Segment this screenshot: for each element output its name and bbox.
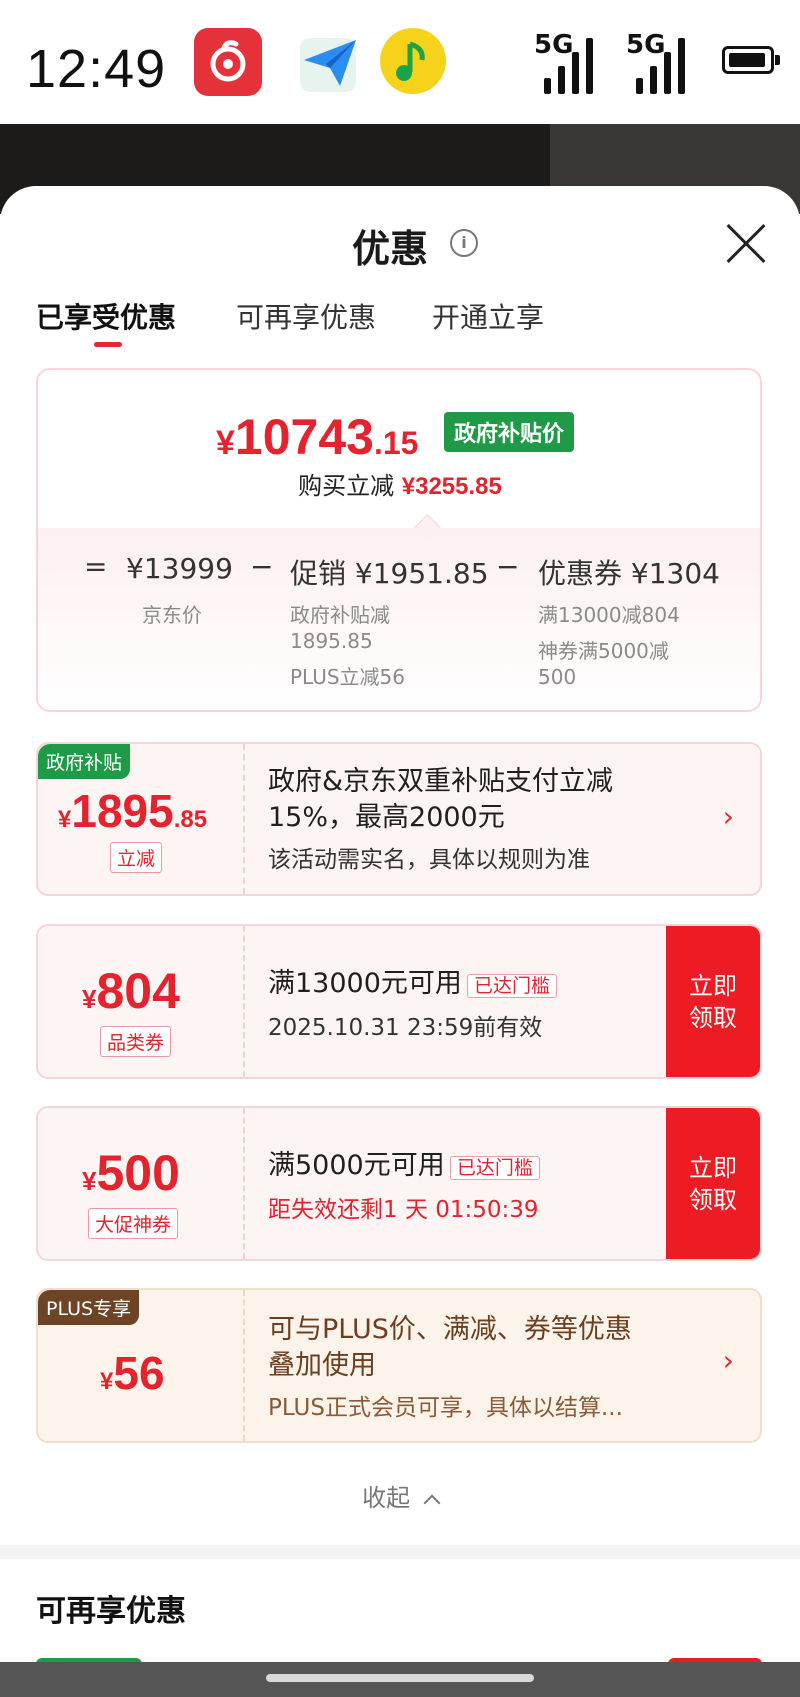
signal-2-icon: 5G bbox=[626, 30, 696, 94]
tab-more-discounts[interactable]: 可再享优惠 bbox=[236, 296, 376, 336]
chevron-right-icon: › bbox=[722, 1344, 734, 1377]
coupon-804-card: ¥804 品类券 满13000元可用 已达门槛 2025.10.31 23:59… bbox=[36, 924, 762, 1079]
coupon-500-amount: ¥500 bbox=[82, 1145, 180, 1201]
subsidy-line-2: 15%，最高2000元 bbox=[268, 802, 505, 833]
final-price: ¥10743.15 bbox=[216, 409, 419, 465]
promo-total: 促销 ¥1951.85 bbox=[290, 557, 489, 590]
network-type-2: 5G bbox=[626, 30, 666, 60]
subsidy-card[interactable]: 政府补贴 ¥1895.85 立减 政府&京东双重补贴支付立减 15%，最高200… bbox=[36, 742, 762, 896]
signal-1-icon: 5G bbox=[534, 30, 604, 94]
promo-detail-1: 政府补贴减 bbox=[290, 603, 390, 627]
subsidy-corner-tag: 政府补贴 bbox=[38, 744, 131, 779]
plus-card[interactable]: PLUS专享 ¥56 可与PLUS价、满减、券等优惠 叠加使用 PLUS正式会员… bbox=[36, 1288, 762, 1443]
plus-line-3: PLUS正式会员可享，具体以结算... bbox=[268, 1395, 623, 1421]
plus-line-2: 叠加使用 bbox=[268, 1350, 376, 1381]
tab-enjoyed[interactable]: 已享受优惠 bbox=[36, 296, 176, 336]
collapse-button[interactable]: 收起 bbox=[0, 1478, 800, 1513]
sheet-title-text: 优惠 bbox=[351, 227, 428, 271]
status-time: 12:49 bbox=[26, 39, 167, 99]
jd-price: ¥13999 bbox=[126, 552, 233, 585]
coupon-500-line-1: 满5000元可用 已达门槛 bbox=[268, 1148, 540, 1184]
promo-detail-2: 1895.85 bbox=[290, 629, 373, 653]
reduce-line: 购买立减 ¥3255.85 bbox=[298, 472, 502, 500]
coupon-804-line-1: 满13000元可用 已达门槛 bbox=[268, 966, 558, 1002]
coupon-804-amount: ¥804 bbox=[82, 963, 180, 1019]
battery-icon bbox=[722, 46, 780, 74]
chevron-right-icon: › bbox=[722, 800, 734, 833]
subsidy-price-badge: 政府补贴价 bbox=[444, 412, 575, 452]
active-tab-indicator bbox=[94, 342, 122, 347]
subsidy-line-1: 政府&京东双重补贴支付立减 bbox=[268, 766, 614, 797]
coupon-500-countdown: 距失效还剩1 天 01:50:39 bbox=[268, 1197, 539, 1223]
threshold-badge: 已达门槛 bbox=[449, 1156, 540, 1180]
coupon-detail-1: 满13000减804 bbox=[538, 603, 680, 627]
section-divider bbox=[0, 1545, 800, 1559]
subsidy-line-3: 该活动需实名，具体以规则为准 bbox=[268, 847, 590, 873]
coupon-total: 优惠券 ¥1304 bbox=[538, 557, 720, 590]
plus-line-1: 可与PLUS价、满减、券等优惠 bbox=[268, 1314, 632, 1345]
subsidy-label: 立减 bbox=[110, 842, 163, 873]
subsidy-amount: ¥1895.85 bbox=[58, 785, 208, 837]
close-icon[interactable] bbox=[724, 222, 768, 266]
claim-500-button[interactable]: 立即领取 bbox=[666, 1108, 760, 1259]
coupon-500-card: ¥500 大促神券 满5000元可用 已达门槛 距失效还剩1 天 01:50:3… bbox=[36, 1106, 762, 1261]
equals-sign: = bbox=[84, 550, 108, 583]
coupon-804-label: 品类券 bbox=[100, 1026, 172, 1057]
coupon-804-line-2: 2025.10.31 23:59前有效 bbox=[268, 1015, 543, 1041]
jd-price-label: 京东价 bbox=[142, 603, 202, 627]
info-icon[interactable]: i bbox=[450, 229, 478, 257]
tab-activate[interactable]: 开通立享 bbox=[432, 296, 544, 336]
network-type-1: 5G bbox=[534, 30, 574, 60]
threshold-badge: 已达门槛 bbox=[467, 974, 558, 998]
plus-amount: ¥56 bbox=[100, 1347, 165, 1399]
minus-sign-2: − bbox=[496, 550, 520, 583]
coupon-detail-2: 神券满5000减 bbox=[538, 639, 669, 663]
coupon-500-label: 大促神券 bbox=[88, 1208, 179, 1239]
plus-corner-tag: PLUS专享 bbox=[38, 1290, 140, 1325]
coupon-detail-3: 500 bbox=[538, 665, 577, 689]
claim-804-button[interactable]: 立即领取 bbox=[666, 926, 760, 1077]
paper-plane-icon bbox=[296, 28, 364, 96]
home-gesture-bar[interactable] bbox=[266, 1674, 534, 1682]
sheet-title: 优惠 bbox=[0, 218, 800, 273]
qq-music-icon bbox=[380, 28, 446, 94]
chevron-up-icon bbox=[423, 1494, 441, 1512]
section-title-more-discounts: 可再享优惠 bbox=[36, 1594, 186, 1629]
promo-detail-3: PLUS立减56 bbox=[290, 665, 405, 689]
netease-music-icon bbox=[194, 28, 262, 96]
minus-sign-1: − bbox=[250, 550, 274, 583]
